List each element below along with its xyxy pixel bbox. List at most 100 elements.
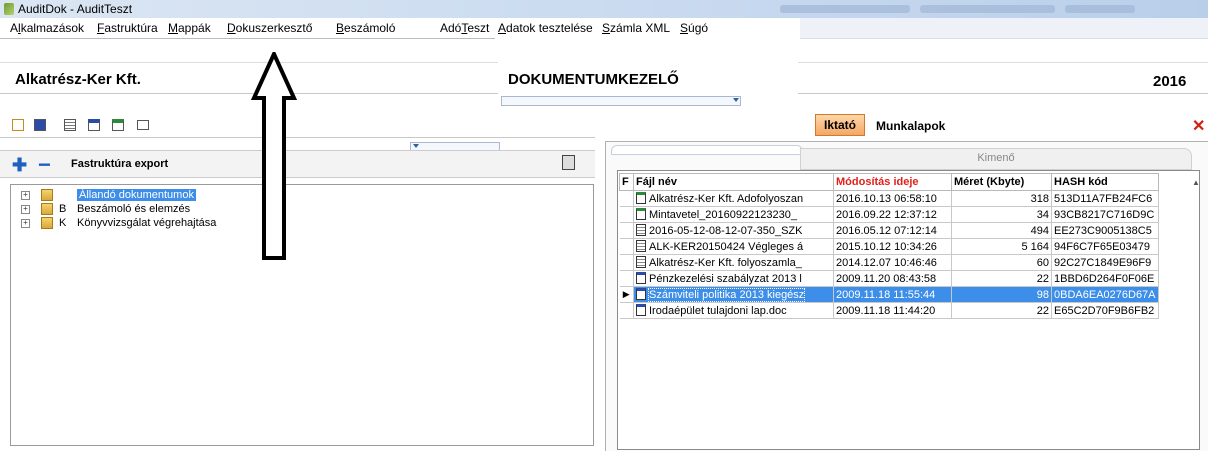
word-file-icon — [636, 288, 646, 300]
top-dropdown[interactable] — [501, 96, 741, 106]
table-row[interactable]: Irodaépület tulajdoni lap.doc 2009.11.18 … — [619, 302, 1159, 319]
menu-item-text: kalmazások — [20, 21, 85, 35]
minus-icon[interactable]: − — [38, 152, 51, 178]
menu-item[interactable]: Alkalmazások — [10, 21, 84, 35]
menu-item-accelerator: D — [227, 21, 236, 35]
row-indicator — [619, 190, 634, 207]
tab-munkalapok[interactable]: Munkalapok — [876, 119, 945, 133]
arrow-shape — [250, 52, 298, 260]
table-row[interactable]: Alkatrész-Ker Kft. folyoszamla_ 2014.12.0… — [619, 254, 1159, 271]
table-row[interactable]: Pénzkezelési szabályzat 2013 l 2009.11.20… — [619, 270, 1159, 287]
file-name-cell: Alkatrész-Ker Kft. folyoszamla_ — [633, 254, 834, 271]
menu-item-accelerator: S — [602, 21, 611, 35]
tree-node-label: Állandó dokumentumok — [76, 188, 197, 202]
menu-item-text: eszt — [467, 21, 490, 35]
file-name: Alkatrész-Ker Kft. Adofolyoszan — [649, 193, 804, 205]
excel-file-icon — [636, 192, 646, 204]
column-header[interactable]: HASH kód — [1051, 173, 1159, 191]
word-icon[interactable] — [88, 119, 100, 131]
column-header[interactable]: Méret (Kbyte) — [951, 173, 1052, 191]
column-header[interactable]: F — [619, 173, 634, 191]
menu-item[interactable]: Fastruktúra — [97, 21, 158, 35]
word-file-icon — [636, 272, 646, 284]
scroll-up-arrow[interactable]: ▲ — [1192, 178, 1200, 187]
tab-kimeno[interactable]: Kimenő — [800, 148, 1192, 170]
menu-item[interactable]: AdóTeszt — [440, 21, 489, 35]
hash-cell: E65C2D70F9B6FB2 — [1051, 302, 1159, 319]
file-name: Irodaépület tulajdoni lap.doc — [649, 305, 787, 317]
expand-icon[interactable]: + — [21, 219, 30, 228]
size-cell: 318 — [951, 190, 1052, 207]
modified-date-cell: 2015.10.12 10:34:26 — [833, 238, 952, 255]
modified-date-cell: 2016.09.22 12:37:12 — [833, 206, 952, 223]
menu-item-accelerator: M — [168, 21, 178, 35]
file-name-cell: ALK-KER20150424 Végleges á — [633, 238, 834, 255]
pdf-file-icon — [636, 224, 646, 236]
document-tab[interactable] — [611, 145, 803, 155]
tree-export-label: Fastruktúra export — [71, 158, 169, 170]
tree-node-code: B — [59, 203, 67, 215]
calculator-icon[interactable] — [34, 119, 46, 131]
blurred-title-text — [780, 5, 910, 13]
close-icon[interactable]: ✕ — [1192, 116, 1205, 136]
row-indicator — [619, 206, 634, 223]
title-bar: AuditDok - AuditTeszt — [0, 0, 1208, 18]
copy-icon[interactable] — [562, 155, 575, 170]
table-row[interactable]: ▶ Számviteli politika 2013 kiegész 2009.11… — [619, 286, 1159, 303]
file-name-cell: Mintavetel_20160922123230_ — [633, 206, 834, 223]
tree-node[interactable]: + K Könyvvizsgálat végrehajtása — [11, 217, 591, 230]
menu-item[interactable]: Beszámoló — [336, 21, 395, 35]
file-name: Pénzkezelési szabályzat 2013 l — [649, 273, 802, 285]
plus-icon[interactable]: ✚ — [12, 155, 27, 176]
row-indicator — [619, 254, 634, 271]
menu-item-accelerator: B — [336, 21, 345, 35]
menu-item[interactable]: Adatok tesztelése — [498, 21, 593, 35]
column-header[interactable]: Módosítás ideje — [833, 173, 952, 191]
tree-icon[interactable] — [12, 119, 24, 131]
separator — [0, 93, 498, 94]
tab-iktato[interactable]: Iktató — [815, 114, 865, 136]
file-name-cell: Alkatrész-Ker Kft. Adofolyoszan — [633, 190, 834, 207]
separator — [798, 62, 1208, 63]
column-header[interactable]: Fájl név — [633, 173, 834, 191]
chevron-down-icon — [733, 98, 739, 102]
separator — [0, 38, 495, 39]
menu-item-text: eszámoló — [344, 21, 396, 35]
row-indicator — [619, 238, 634, 255]
table-row[interactable]: 2016-05-12-08-12-07-350_SZK 2016.05.12 07… — [619, 222, 1159, 239]
email-icon[interactable] — [137, 120, 149, 130]
expand-icon[interactable]: + — [21, 191, 30, 200]
excel-file-icon — [636, 208, 646, 220]
hash-cell: EE273C9005138C5 — [1051, 222, 1159, 239]
modified-date-cell: 2009.11.18 11:55:44 — [833, 286, 952, 303]
menu-item[interactable]: Mappák — [168, 21, 211, 35]
word-file-icon — [636, 304, 646, 316]
menu-item-text: datok tesztelése — [506, 21, 593, 35]
window-title: AuditDok - AuditTeszt — [18, 2, 133, 16]
table-row[interactable]: ALK-KER20150424 Végleges á 2015.10.12 10:… — [619, 238, 1159, 255]
tree-node-code: A — [59, 189, 67, 201]
pdf-file-icon — [636, 240, 646, 252]
document-icon[interactable] — [64, 119, 76, 131]
grid-header-row: F Fájl név Módosítás ideje Méret (Kbyte) HAS… — [619, 173, 1159, 191]
excel-icon[interactable] — [112, 119, 124, 131]
expand-icon[interactable]: + — [21, 205, 30, 214]
modified-date-cell: 2009.11.18 11:44:20 — [833, 302, 952, 319]
tree-node-label: Könyvvizsgálat végrehajtása — [77, 217, 217, 229]
table-row[interactable]: Alkatrész-Ker Kft. Adofolyoszan 2016.10.1… — [619, 190, 1159, 207]
file-name-cell: Pénzkezelési szabályzat 2013 l — [633, 270, 834, 287]
menu-item-text: appák — [178, 21, 211, 35]
menu-item[interactable]: Számla XML — [602, 21, 670, 35]
file-name-cell: Irodaépület tulajdoni lap.doc — [633, 302, 834, 319]
tree-node[interactable]: + A Állandó dokumentumok — [11, 188, 591, 202]
folder-icon — [41, 189, 53, 201]
tree-node[interactable]: + B Beszámoló és elemzés — [11, 203, 591, 216]
menu-item[interactable]: Súgó — [680, 21, 708, 35]
table-row[interactable]: Mintavetel_20160922123230_ 2016.09.22 12:… — [619, 206, 1159, 223]
hash-cell: 93CB8217C716D9C — [1051, 206, 1159, 223]
hash-cell: 0BDA6EA0276D67A — [1051, 286, 1159, 303]
row-indicator — [619, 270, 634, 287]
menu-item[interactable]: Dokuszerkesztő — [227, 21, 312, 35]
menu-item-text: úgó — [688, 21, 709, 35]
folder-tree[interactable]: + A Állandó dokumentumok + B Beszámoló és ele… — [10, 184, 594, 446]
